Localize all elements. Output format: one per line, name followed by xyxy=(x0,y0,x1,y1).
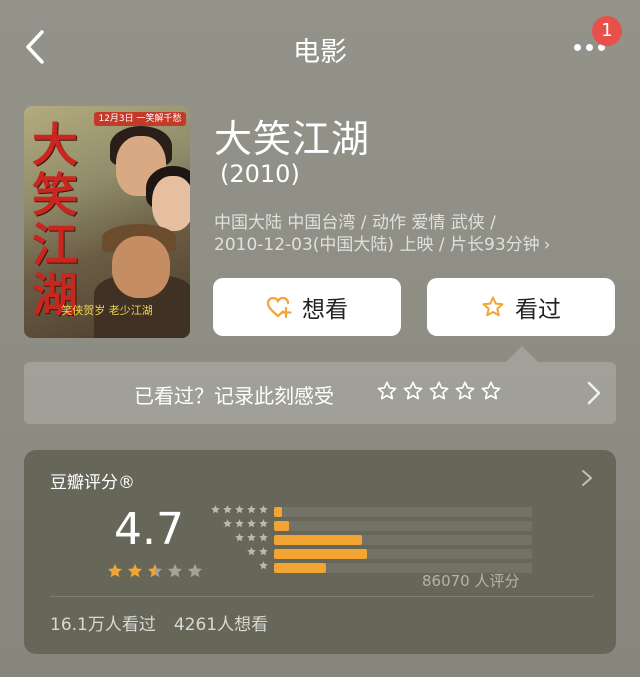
distribution-bar xyxy=(274,507,282,517)
distribution-bar xyxy=(274,563,326,573)
movie-meta[interactable]: 2010-12-03(中国大陆) 上映 / 片长93分钟 › xyxy=(214,230,550,255)
movie-title: 大笑江湖 xyxy=(214,117,371,161)
more-dots-icon xyxy=(574,44,581,51)
chevron-right-icon: › xyxy=(543,235,551,255)
rating-count: 86070 人评分 xyxy=(422,572,520,590)
distribution-star-label xyxy=(234,532,269,543)
heart-plus-icon xyxy=(266,295,292,319)
movie-poster[interactable]: 12月3日 一笑解千愁 大笑江湖 笑侠贺岁 老少江湖 xyxy=(24,106,190,338)
distribution-star-label xyxy=(210,504,269,515)
rating-card[interactable]: 豆瓣评分® 4.7 86070 人评分 16.1万人看过 4261人想看 xyxy=(24,450,616,654)
more-dot xyxy=(586,44,593,51)
watched-count[interactable]: 16.1万人看过 xyxy=(50,610,156,635)
distribution-bar xyxy=(274,535,362,545)
distribution-bar xyxy=(274,549,367,559)
rating-score: 4.7 xyxy=(114,504,184,555)
rate-star-2[interactable] xyxy=(402,380,424,402)
star-outline-icon xyxy=(481,295,505,319)
rate-star-3[interactable] xyxy=(428,380,450,402)
watched-label: 看过 xyxy=(515,297,561,323)
notification-badge[interactable]: 1 xyxy=(592,16,622,46)
distribution-track xyxy=(274,521,532,531)
douban-rating-label: 豆瓣评分® xyxy=(50,473,135,493)
record-feeling-text: 已看过？记录此刻感受 xyxy=(134,384,334,408)
want-count[interactable]: 4261人想看 xyxy=(174,610,268,635)
poster-title: 大笑江湖 xyxy=(32,118,78,322)
distribution-star-label xyxy=(246,546,269,557)
callout-pointer xyxy=(506,346,538,362)
header: 电影 1 xyxy=(0,0,640,92)
rating-star-icon xyxy=(126,562,144,580)
chevron-right-icon[interactable] xyxy=(580,468,594,488)
watched-button[interactable]: 看过 xyxy=(427,278,615,336)
want-to-watch-label: 想看 xyxy=(302,297,348,323)
poster-tagline: 笑侠贺岁 老少江湖 xyxy=(61,304,153,317)
distribution-track xyxy=(274,535,532,545)
distribution-row xyxy=(210,518,540,532)
distribution-track xyxy=(274,507,532,517)
rating-distribution xyxy=(210,504,540,574)
rate-star-1[interactable] xyxy=(376,380,398,402)
rating-star-icon xyxy=(186,562,204,580)
distribution-bar xyxy=(274,521,290,531)
poster-banner: 12月3日 一笑解千愁 xyxy=(94,112,186,126)
distribution-star-label xyxy=(258,560,269,571)
poster-figure xyxy=(152,176,190,231)
distribution-star-label xyxy=(222,518,269,529)
rate-star-4[interactable] xyxy=(454,380,476,402)
page-title: 电影 xyxy=(293,37,347,68)
distribution-row xyxy=(210,504,540,518)
poster-figure xyxy=(112,236,170,298)
movie-meta-line2: 2010-12-03(中国大陆) 上映 / 片长93分钟 xyxy=(214,235,540,255)
distribution-track xyxy=(274,549,532,559)
rating-star-icon xyxy=(106,562,124,580)
movie-year: (2010) xyxy=(220,160,300,188)
rating-star-icon xyxy=(146,562,164,580)
distribution-row xyxy=(210,546,540,560)
chevron-right-icon xyxy=(587,381,601,405)
distribution-row xyxy=(210,532,540,546)
want-to-watch-button[interactable]: 想看 xyxy=(213,278,401,336)
watch-stats: 16.1万人看过 4261人想看 xyxy=(50,610,268,635)
rating-stars xyxy=(106,562,204,580)
rate-star-5[interactable] xyxy=(480,380,502,402)
rate-stars xyxy=(376,380,502,402)
record-feeling-bar[interactable]: 已看过？记录此刻感受 xyxy=(24,362,616,424)
divider xyxy=(50,596,594,597)
rating-star-icon xyxy=(166,562,184,580)
